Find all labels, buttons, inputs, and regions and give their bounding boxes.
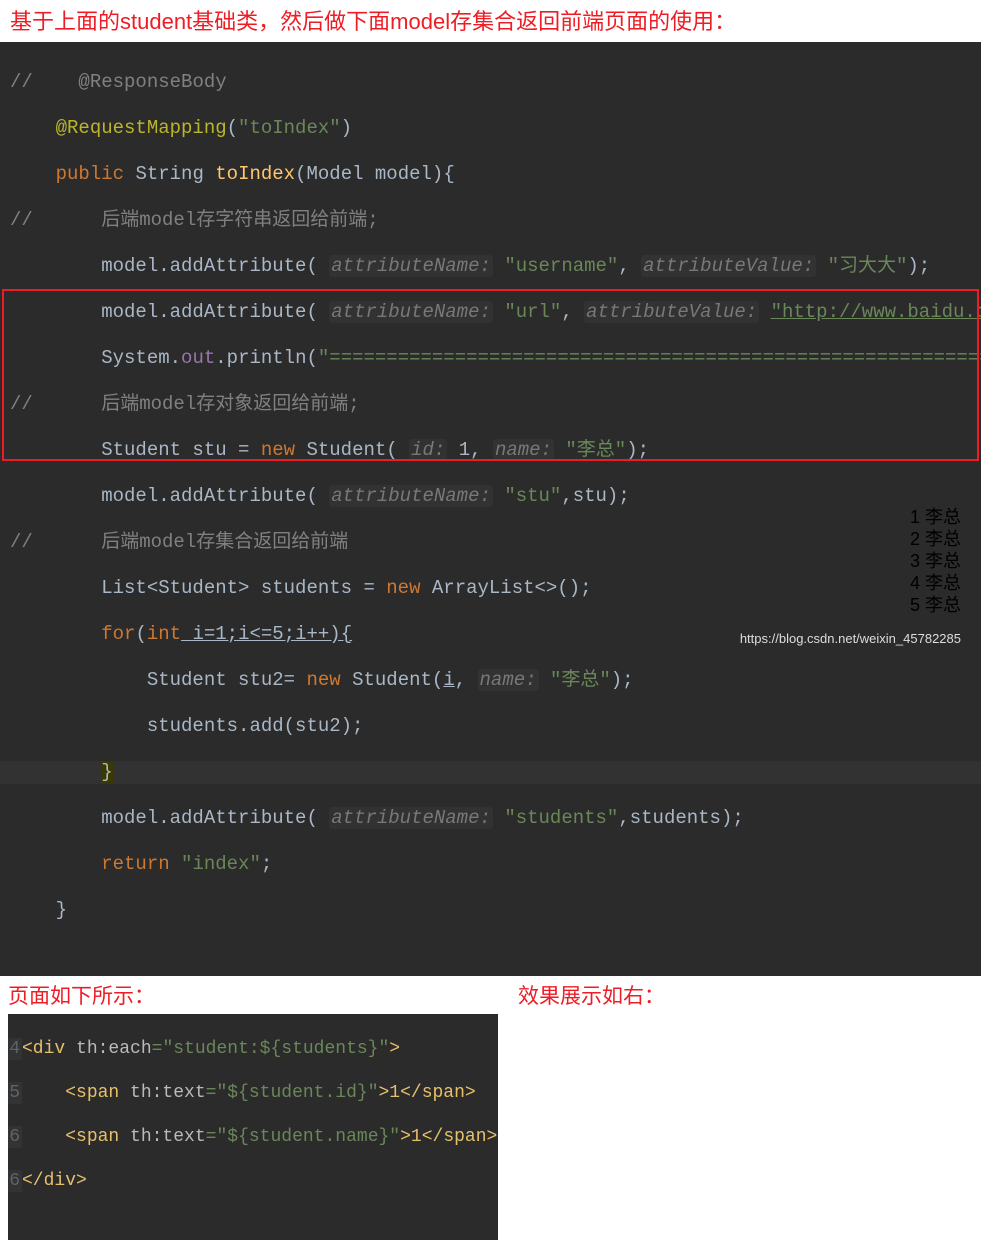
header-title: 基于上面的student基础类，然后做下面model存集合返回前端页面的使用： bbox=[0, 0, 981, 42]
result-row: 1 李总 bbox=[910, 506, 961, 528]
result-row: 3 李总 bbox=[910, 550, 961, 572]
result-output: 1 李总 2 李总 3 李总 4 李总 5 李总 bbox=[700, 506, 961, 616]
watermark: https://blog.csdn.net/weixin_45782285 bbox=[740, 631, 961, 646]
html-code-block: 4<div th:each="student:${students}"> 5 <… bbox=[8, 1014, 498, 1240]
result-row: 2 李总 bbox=[910, 528, 961, 550]
result-row: 4 李总 bbox=[910, 572, 961, 594]
left-section-title: 页面如下所示： bbox=[8, 980, 498, 1010]
right-section-title: 效果展示如右： bbox=[518, 980, 665, 1010]
result-row: 5 李总 bbox=[910, 594, 961, 616]
